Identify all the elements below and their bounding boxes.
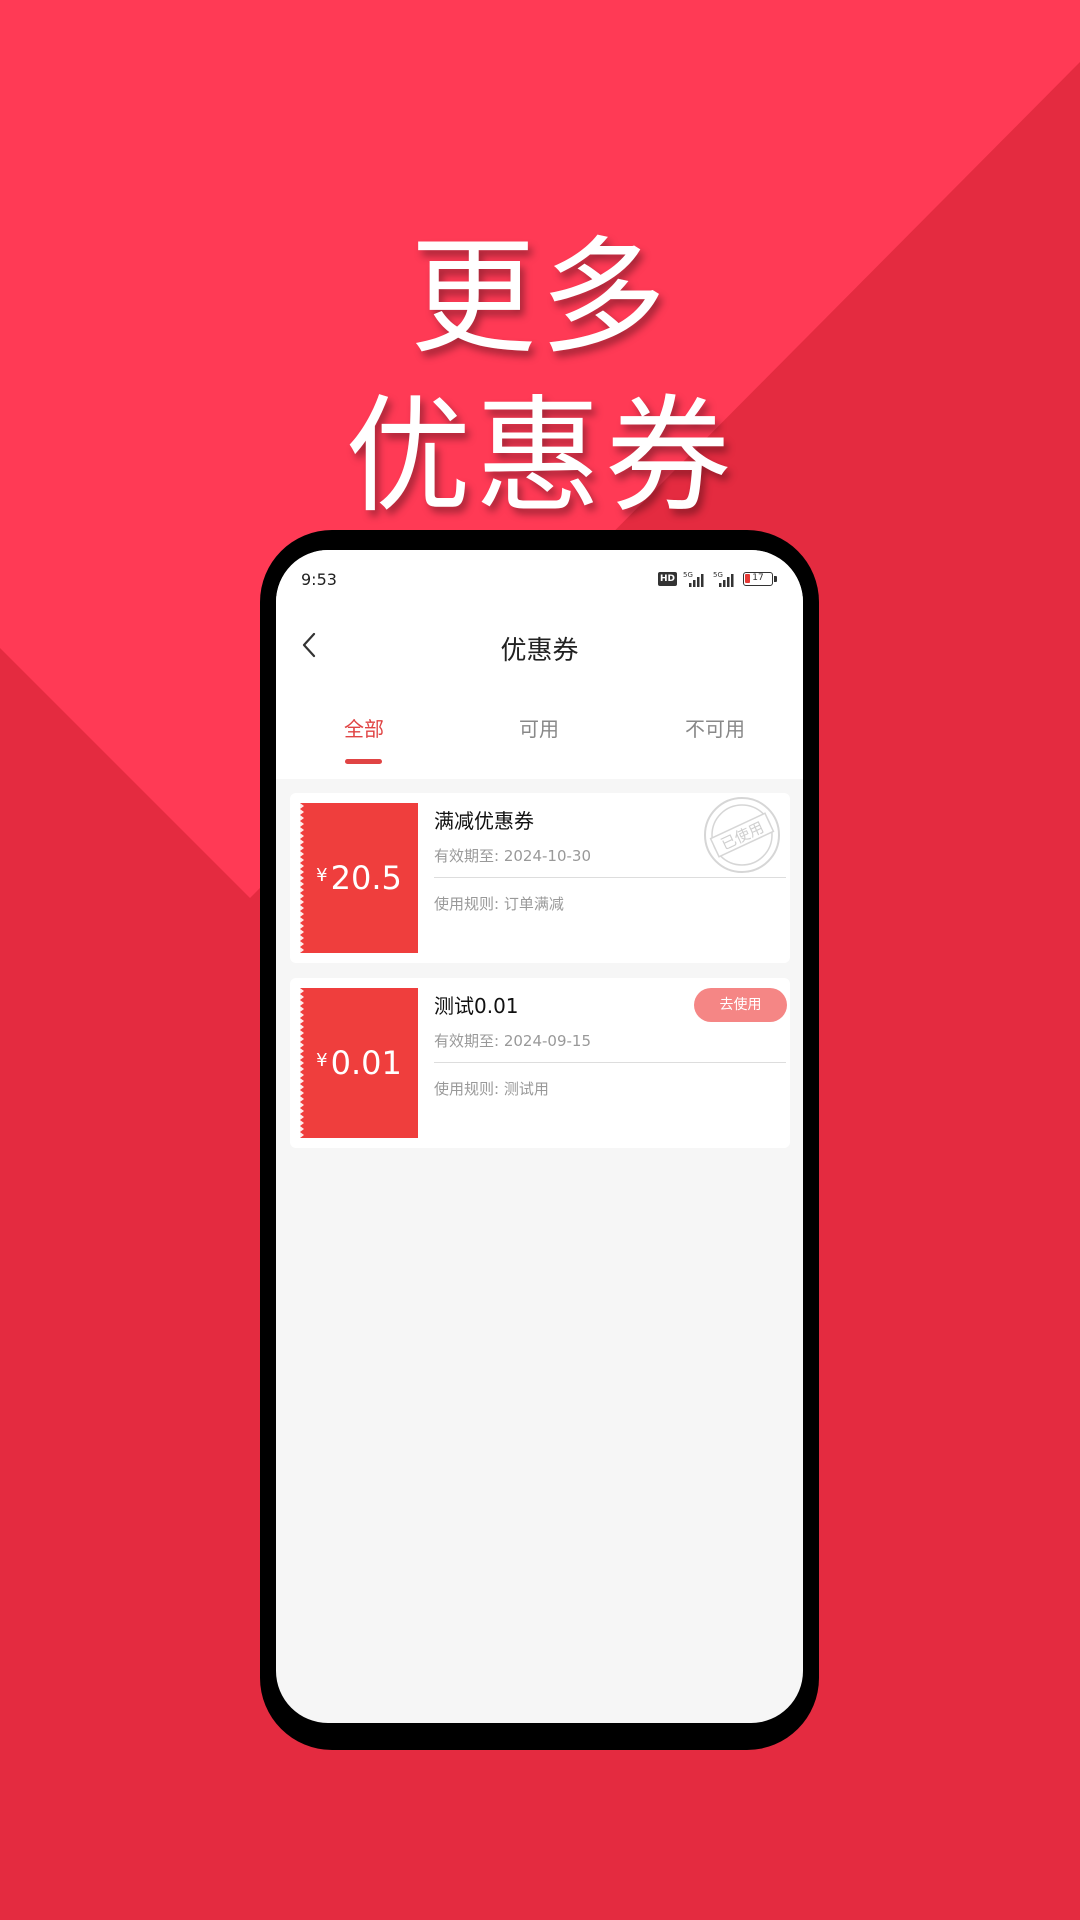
- coupon-divider: [434, 877, 786, 878]
- coupon-serrated-edge: [300, 988, 304, 1138]
- coupon-title: 满减优惠券: [434, 809, 534, 833]
- used-stamp-icon: 已使用: [704, 797, 780, 873]
- coupon-title: 测试0.01: [434, 994, 519, 1018]
- tab-unavailable[interactable]: 不可用: [655, 713, 775, 742]
- coupon-expiry: 有效期至: 2024-10-30: [434, 847, 591, 865]
- coupon-value-stub: ¥ 0.01: [300, 988, 418, 1138]
- signal-5g-icon: 5G: [683, 571, 704, 587]
- battery-level: 17: [752, 573, 764, 583]
- nav-bar: 优惠券: [276, 610, 803, 680]
- coupon-rule: 使用规则: 订单满减: [434, 895, 564, 913]
- tab-all[interactable]: 全部: [304, 713, 424, 742]
- currency-symbol: ¥: [316, 1049, 328, 1071]
- hd-icon: HD: [657, 572, 677, 586]
- phone-screen: 9:53 HD 5G 5G 17 优惠券 全部 可用 不可用 ¥ 20.5 满减…: [276, 550, 803, 1723]
- svg-text:5G: 5G: [713, 571, 723, 579]
- tab-active-indicator: [345, 759, 382, 764]
- coupon-card[interactable]: ¥ 20.5 满减优惠券 有效期至: 2024-10-30 使用规则: 订单满减…: [290, 793, 790, 963]
- coupon-card[interactable]: ¥ 0.01 测试0.01 去使用 有效期至: 2024-09-15 使用规则:…: [290, 978, 790, 1148]
- use-coupon-button[interactable]: 去使用: [694, 988, 787, 1022]
- promo-headline-line2: 优惠券: [345, 383, 735, 530]
- signal-5g-icon: 5G: [713, 571, 734, 587]
- coupon-amount: 0.01: [330, 1044, 402, 1082]
- tab-bar: 全部 可用 不可用: [276, 680, 803, 779]
- coupon-rule: 使用规则: 测试用: [434, 1080, 549, 1098]
- coupon-amount: 20.5: [330, 859, 402, 897]
- status-time: 9:53: [301, 570, 337, 589]
- tab-available[interactable]: 可用: [479, 713, 599, 742]
- promo-headline-line1: 更多: [410, 224, 670, 371]
- phone-frame: 9:53 HD 5G 5G 17 优惠券 全部 可用 不可用 ¥ 20.5 满减…: [260, 530, 819, 1750]
- svg-text:5G: 5G: [683, 571, 693, 579]
- coupon-value-stub: ¥ 20.5: [300, 803, 418, 953]
- currency-symbol: ¥: [316, 864, 328, 886]
- coupon-expiry: 有效期至: 2024-09-15: [434, 1032, 591, 1050]
- status-icons: HD 5G 5G 17: [657, 570, 777, 588]
- page-title: 优惠券: [500, 636, 579, 666]
- coupon-divider: [434, 1062, 786, 1063]
- status-bar: 9:53 HD 5G 5G 17: [276, 550, 803, 610]
- coupon-serrated-edge: [300, 803, 304, 953]
- battery-icon: 17: [743, 572, 777, 586]
